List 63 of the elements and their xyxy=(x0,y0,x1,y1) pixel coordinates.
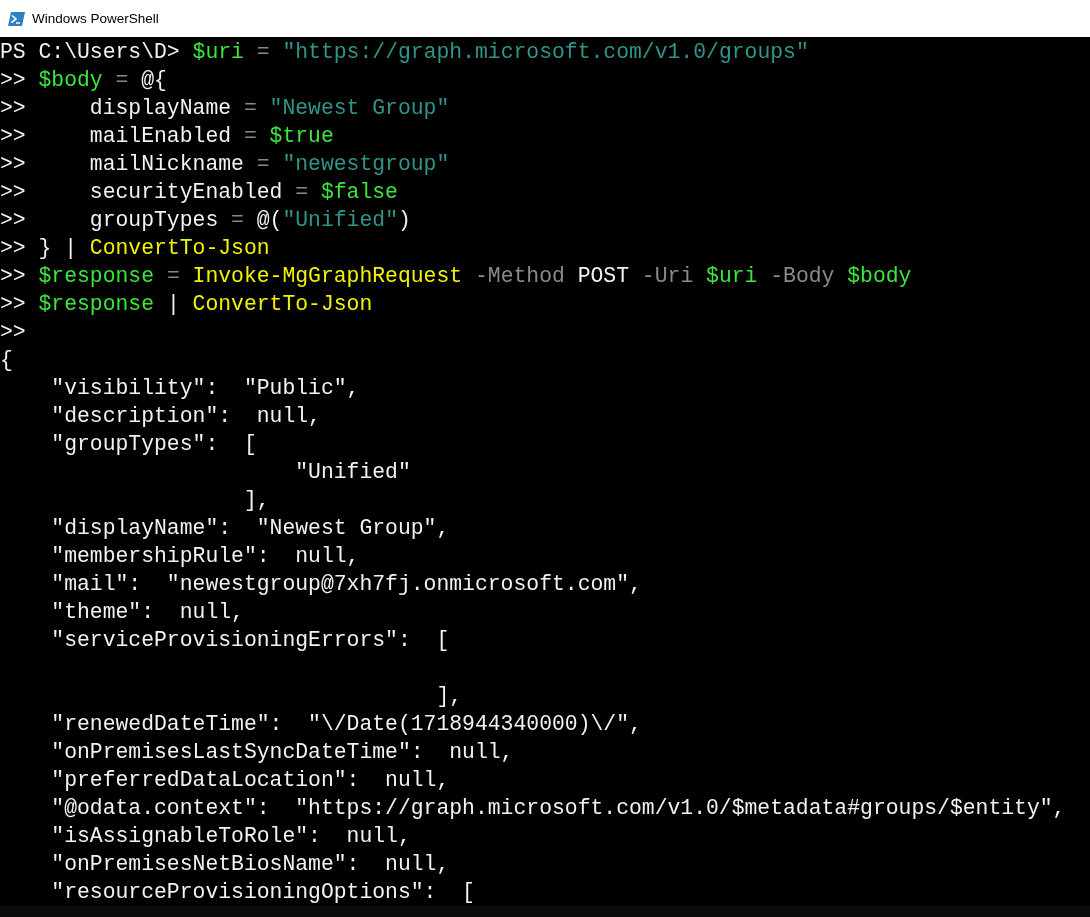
variable-token: $body xyxy=(38,67,103,94)
output-line: "preferredDataLocation": null, xyxy=(50,767,450,794)
output-line: ], xyxy=(435,683,463,710)
code-text: PS C:\Users\D> xyxy=(0,39,181,66)
variable-token: $response xyxy=(38,291,155,318)
output-line: ], xyxy=(242,487,270,514)
command-name: ConvertTo-Json xyxy=(192,291,373,318)
operator-token: = xyxy=(165,263,181,290)
code-text: >> mailEnabled xyxy=(0,123,232,150)
output-line: "resourceProvisioningOptions": [ xyxy=(50,879,475,906)
variable-token: $response xyxy=(38,263,155,290)
output-line: "theme": null, xyxy=(50,599,244,626)
variable-token: $body xyxy=(846,263,912,290)
variable-token: $uri xyxy=(192,39,244,66)
variable-token: $true xyxy=(269,123,334,150)
output-line: "isAssignableToRole": null, xyxy=(50,823,411,850)
code-text: ) xyxy=(397,207,411,234)
code-text: >> } | xyxy=(0,235,79,262)
code-text: >> mailNickname xyxy=(0,151,244,178)
operator-token: = xyxy=(255,39,271,66)
terminal-icon xyxy=(8,11,25,26)
parameter-name: -Method xyxy=(473,263,565,290)
code-text: >> xyxy=(0,291,27,318)
operator-token: = xyxy=(114,67,130,94)
operator-token: = xyxy=(242,95,258,122)
operator-token: = xyxy=(230,207,245,234)
output-line: "@odata.context": "https://graph.microsoft.com/v1.0/$metadata#groups/$entity", xyxy=(50,795,1066,822)
parameter-name: -Body xyxy=(769,263,835,290)
code-text: >> xyxy=(0,263,27,290)
code-text: >> displayName xyxy=(0,95,232,122)
operator-token: = xyxy=(242,123,258,150)
output-line: "visibility": "Public", xyxy=(50,375,360,402)
parameter-name: -Uri xyxy=(640,263,694,290)
string-literal: "newestgroup" xyxy=(282,151,450,178)
output-line: "Unified" xyxy=(294,459,411,486)
operator-token: = xyxy=(294,179,310,206)
variable-token: $uri xyxy=(705,263,758,290)
code-text: >> securityEnabled xyxy=(0,179,283,206)
string-literal: "Unified" xyxy=(282,207,398,234)
code-text: @{ xyxy=(141,67,167,94)
command-name: ConvertTo-Json xyxy=(89,235,270,262)
string-literal: "Newest Group" xyxy=(269,95,450,122)
code-text: >> xyxy=(0,319,26,346)
code-text: | xyxy=(165,291,181,318)
operator-token: = xyxy=(255,151,271,178)
output-line: "groupTypes": [ xyxy=(50,431,257,458)
output-line: "description": null, xyxy=(50,403,321,430)
output-line: { xyxy=(0,347,13,374)
output-line: "serviceProvisioningErrors": [ xyxy=(50,627,450,654)
string-literal: "https://graph.microsoft.com/v1.0/groups" xyxy=(282,39,809,66)
window-title: Windows PowerShell xyxy=(32,11,159,26)
code-text: >> groupTypes xyxy=(0,207,219,234)
command-name: Invoke-MgGraphRequest xyxy=(192,263,463,290)
output-line: "membershipRule": null, xyxy=(50,543,360,570)
output-line: "displayName": "Newest Group", xyxy=(50,515,450,542)
variable-token: $false xyxy=(320,179,398,206)
code-text: POST xyxy=(576,263,630,290)
output-line: "onPremisesNetBiosName": null, xyxy=(50,851,450,878)
output-line: "onPremisesLastSyncDateTime": null, xyxy=(50,739,514,766)
code-text: >> xyxy=(0,67,27,94)
output-line: "renewedDateTime": "\/Date(1718944340000)\/", xyxy=(50,711,642,738)
code-text: @( xyxy=(256,207,283,234)
output-line: "mail": "newestgroup@7xh7fj.onmicrosoft.com", xyxy=(50,571,642,598)
